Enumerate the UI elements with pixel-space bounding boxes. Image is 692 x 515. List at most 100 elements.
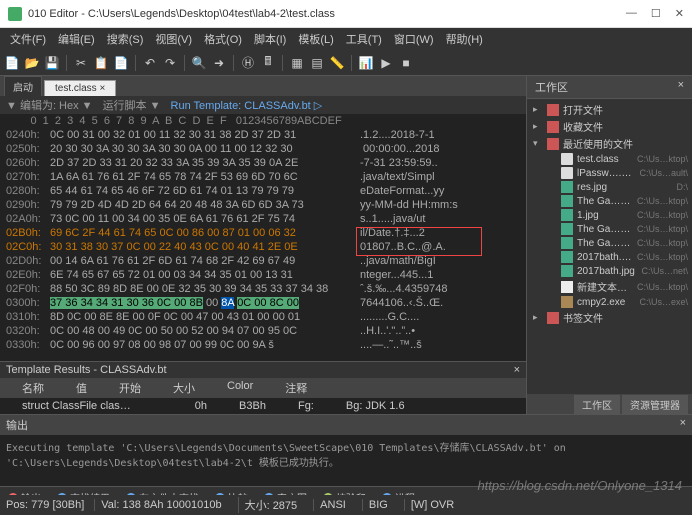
expand-icon[interactable]: ▾: [533, 138, 543, 149]
menu-item[interactable]: 编辑(E): [52, 29, 101, 49]
cut-icon[interactable]: ✂: [73, 55, 89, 71]
hex-view[interactable]: 0 1 2 3 4 5 6 7 8 9 A B C D E F 01234567…: [0, 114, 526, 361]
menu-item[interactable]: 视图(V): [149, 29, 198, 49]
hex-row[interactable]: 02D0h:00 14 6A 61 76 61 2F 6D 61 74 68 2…: [0, 254, 526, 268]
menu-item[interactable]: 窗口(W): [388, 29, 440, 49]
column-header[interactable]: 大小: [157, 380, 211, 396]
workspace-item[interactable]: The Ga…rs.jpgC:\Us…ktop\: [527, 222, 692, 236]
expand-icon[interactable]: ▸: [533, 121, 543, 132]
workspace-item[interactable]: ▸打开文件: [527, 101, 692, 118]
chart-icon[interactable]: 📊: [358, 55, 374, 71]
menu-item[interactable]: 搜索(S): [101, 29, 150, 49]
img-icon: [561, 265, 573, 277]
workspace-item[interactable]: ▾最近使用的文件: [527, 135, 692, 152]
column-header[interactable]: 名称: [6, 380, 60, 396]
grid-icon[interactable]: ▦: [289, 55, 305, 71]
hex-row[interactable]: 0310h:8D 0C 00 8E 8E 00 0F 0C 00 47 00 4…: [0, 310, 526, 324]
workspace-item[interactable]: test.classC:\Us…ktop\: [527, 152, 692, 166]
paste-icon[interactable]: 📄: [113, 55, 129, 71]
run-script[interactable]: 运行脚本 ▼: [103, 97, 161, 113]
explorer-tab[interactable]: 资源管理器: [622, 395, 688, 414]
workspace-item[interactable]: cmpy2.exeC:\Us…exe\: [527, 295, 692, 309]
start-tab[interactable]: 启动: [4, 76, 42, 96]
menu-item[interactable]: 格式(O): [198, 29, 248, 49]
book-icon: [547, 121, 559, 133]
hex-row[interactable]: 02E0h:6E 74 65 67 65 72 01 00 03 34 34 3…: [0, 268, 526, 282]
menu-item[interactable]: 文件(F): [4, 29, 52, 49]
hex-icon[interactable]: Ⓗ: [240, 55, 256, 71]
close-icon[interactable]: ×: [514, 364, 520, 376]
workspace-list[interactable]: ▸打开文件▸收藏文件▾最近使用的文件test.classC:\Us…ktop\l…: [527, 99, 692, 394]
hex-row[interactable]: 02A0h:73 0C 00 11 00 34 00 35 0E 6A 61 7…: [0, 212, 526, 226]
hex-row[interactable]: 0240h:0C 00 31 00 32 01 00 11 32 30 31 3…: [0, 128, 526, 142]
column-header[interactable]: 注释: [269, 380, 323, 396]
hex-row[interactable]: 02C0h:30 31 38 30 37 0C 00 22 40 43 0C 0…: [0, 240, 526, 254]
goto-icon[interactable]: ➜: [211, 55, 227, 71]
hex-row[interactable]: 0320h:0C 00 48 00 49 0C 00 50 00 52 00 9…: [0, 324, 526, 338]
workspace-item[interactable]: res.jpgD:\: [527, 180, 692, 194]
close-button[interactable]: ✕: [675, 7, 684, 20]
menu-item[interactable]: 工具(T): [340, 29, 388, 49]
menu-item[interactable]: 模板(L): [292, 29, 339, 49]
template-row[interactable]: struct ClassFile clas…0hB3BhFg:Bg: JDK 1…: [0, 398, 526, 414]
grid2-icon[interactable]: ▤: [309, 55, 325, 71]
hex-row[interactable]: 0300h:37 36 34 34 31 30 36 0C 00 8B 00 8…: [0, 296, 526, 310]
status-ovr: [W] OVR: [404, 499, 460, 511]
workspace-item[interactable]: ▸收藏文件: [527, 118, 692, 135]
hex-row[interactable]: 0270h:1A 6A 61 76 61 2F 74 65 78 74 2F 5…: [0, 170, 526, 184]
workspace-item[interactable]: The Ga…rs.pngC:\Us…ktop\: [527, 236, 692, 250]
workspace-item[interactable]: lPassw….classC:\Us…ault\: [527, 166, 692, 180]
hex-row[interactable]: 02F0h:88 50 3C 89 8D 8E 00 0E 32 35 30 3…: [0, 282, 526, 296]
hex-row[interactable]: 0280h:65 44 61 74 65 46 6F 72 6D 61 74 0…: [0, 184, 526, 198]
menu-item[interactable]: 帮助(H): [440, 29, 489, 49]
exe-icon: [561, 296, 573, 308]
editor-pane: 启动 test.class × ▼ 编辑为: Hex ▼ 运行脚本 ▼ Run …: [0, 76, 526, 414]
save-icon[interactable]: 💾: [44, 55, 60, 71]
ruler-icon[interactable]: 📏: [329, 55, 345, 71]
file-tab[interactable]: test.class ×: [44, 80, 116, 96]
stop-icon[interactable]: ■: [398, 55, 414, 71]
edit-mode[interactable]: ▼ 编辑为: Hex ▼: [6, 97, 93, 113]
workspace-tab[interactable]: 工作区: [574, 395, 620, 414]
new-icon[interactable]: 📄: [4, 55, 20, 71]
status-pos: Pos: 779 [30Bh]: [6, 499, 84, 511]
workspace-item[interactable]: ▸书签文件: [527, 309, 692, 326]
close-icon[interactable]: ×: [678, 79, 684, 95]
redo-icon[interactable]: ↷: [162, 55, 178, 71]
output-pane: 输出× Executing template 'C:\Users\Legends…: [0, 414, 692, 486]
info-bar: ▼ 编辑为: Hex ▼ 运行脚本 ▼ Run Template: CLASSA…: [0, 96, 526, 114]
maximize-button[interactable]: ☐: [651, 7, 661, 20]
output-body[interactable]: Executing template 'C:\Users\Legends\Doc…: [0, 435, 692, 486]
minimize-button[interactable]: —: [626, 7, 637, 20]
run-template[interactable]: Run Template: CLASSAdv.bt ▷: [171, 99, 323, 112]
hex-row[interactable]: 02B0h:69 6C 2F 44 61 74 65 0C 00 86 00 8…: [0, 226, 526, 240]
window-buttons: — ☐ ✕: [626, 7, 684, 20]
workspace-item[interactable]: 1.jpgC:\Us…ktop\: [527, 208, 692, 222]
hex-row[interactable]: 0330h:0C 00 96 00 97 08 00 98 07 00 99 0…: [0, 338, 526, 352]
menu-item[interactable]: 脚本(I): [248, 29, 292, 49]
copy-icon[interactable]: 📋: [93, 55, 109, 71]
img-icon: [561, 237, 573, 249]
workspace-item[interactable]: 2017bath.jpgC:\Us…net\: [527, 264, 692, 278]
toolbar: 📄 📂 💾 ✂ 📋 📄 ↶ ↷ 🔍 ➜ Ⓗ 🖩 ▦ ▤ 📏 📊 ▶ ■: [0, 50, 692, 76]
hex-row[interactable]: 0290h:79 79 2D 4D 4D 2D 64 64 20 48 48 3…: [0, 198, 526, 212]
workspace-pane: 工作区 × ▸打开文件▸收藏文件▾最近使用的文件test.classC:\Us…k…: [526, 76, 692, 414]
workspace-item[interactable]: 新建文本….txtC:\Us…ktop\: [527, 278, 692, 295]
column-header[interactable]: Color: [211, 380, 269, 396]
column-header[interactable]: 值: [60, 380, 103, 396]
close-icon[interactable]: ×: [680, 417, 686, 433]
workspace-item[interactable]: The Ga…rs.jpgC:\Us…ktop\: [527, 194, 692, 208]
expand-icon[interactable]: ▸: [533, 312, 543, 323]
app-icon: [8, 7, 22, 21]
hex-row[interactable]: 0260h:2D 37 2D 33 31 20 32 33 3A 35 39 3…: [0, 156, 526, 170]
img-icon: [561, 209, 573, 221]
expand-icon[interactable]: ▸: [533, 104, 543, 115]
find-icon[interactable]: 🔍: [191, 55, 207, 71]
open-icon[interactable]: 📂: [24, 55, 40, 71]
undo-icon[interactable]: ↶: [142, 55, 158, 71]
calc-icon[interactable]: 🖩: [260, 55, 276, 71]
run-icon[interactable]: ▶: [378, 55, 394, 71]
column-header[interactable]: 开始: [103, 380, 157, 396]
workspace-item[interactable]: 2017bath.pngC:\Us…ktop\: [527, 250, 692, 264]
hex-row[interactable]: 0250h:20 30 30 3A 30 30 3A 30 30 0A 00 1…: [0, 142, 526, 156]
